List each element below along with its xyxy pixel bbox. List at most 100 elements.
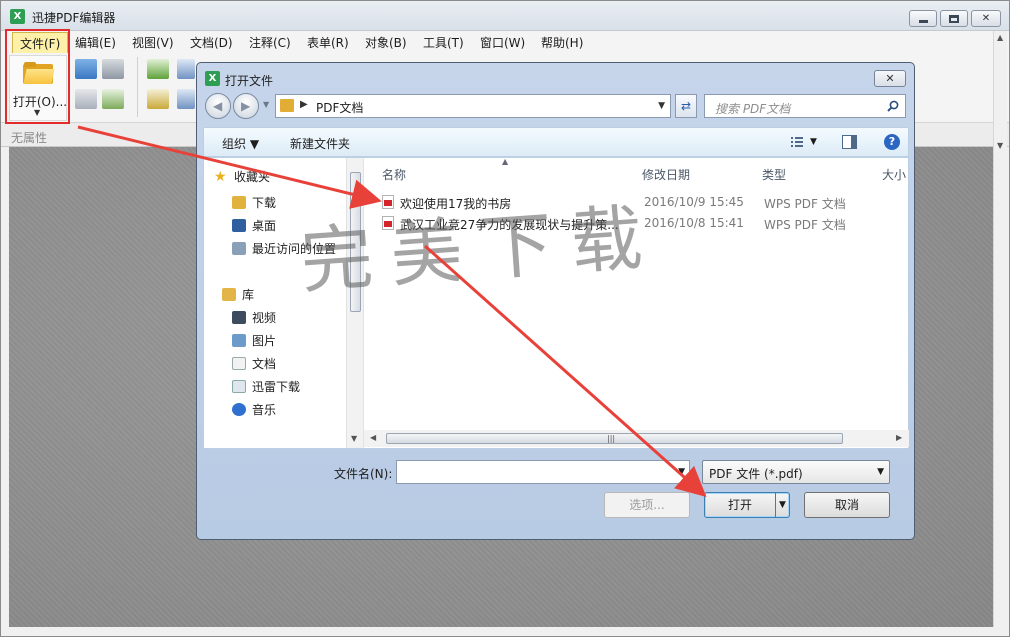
address-bar[interactable]: ▶ PDF文档 ▼ <box>275 94 671 118</box>
menu-help[interactable]: 帮助(H) <box>541 34 583 51</box>
search-placeholder: 搜索 PDF文档 <box>715 102 791 116</box>
app-title: 迅捷PDF编辑器 <box>32 11 116 25</box>
nav-favorites[interactable]: ★ 收藏夹 <box>214 168 270 185</box>
nav-downloads[interactable]: 下载 <box>232 194 276 211</box>
sort-indicator-icon: ▲ <box>502 157 509 166</box>
toolbar-separator <box>137 57 138 117</box>
save-icon[interactable] <box>75 59 97 79</box>
videos-icon <box>232 311 246 324</box>
nav-scroll-down-icon[interactable]: ▼ <box>351 434 357 443</box>
open-highlight-box <box>5 29 70 124</box>
breadcrumb-path[interactable]: PDF文档 <box>316 99 363 116</box>
email-icon[interactable] <box>102 89 124 109</box>
hscroll-thumb[interactable]: ||| <box>386 433 843 444</box>
refresh-icon: ⇄ <box>680 99 692 113</box>
nav-library[interactable]: 库 <box>222 286 254 303</box>
menu-comment[interactable]: 注释(C) <box>249 34 291 51</box>
minimize-icon <box>918 20 928 23</box>
filename-input[interactable]: ▼ <box>396 460 690 484</box>
file-list-hscrollbar[interactable]: ◀ ||| ▶ <box>364 430 909 447</box>
scroll-up-icon[interactable]: ▲ <box>997 33 1003 42</box>
history-dropdown-icon[interactable]: ▼ <box>263 100 269 109</box>
close-button[interactable]: ✕ <box>971 10 1001 27</box>
star-icon: ★ <box>214 168 227 185</box>
nav-documents-label: 文档 <box>252 357 277 371</box>
nav-favorites-label: 收藏夹 <box>234 170 271 184</box>
filename-dropdown-icon[interactable]: ▼ <box>678 467 685 477</box>
export-icon[interactable] <box>147 89 169 109</box>
nav-thunder-label: 迅雷下载 <box>252 380 301 394</box>
documents-icon <box>232 357 246 370</box>
column-type[interactable]: 类型 <box>762 166 786 183</box>
file-date: 2016/10/9 15:45 <box>644 195 744 209</box>
menu-bar: 文件(F) 编辑(E) 视图(V) 文档(D) 注释(C) 表单(R) 对象(B… <box>1 31 1009 55</box>
view-options-icon[interactable] <box>790 135 804 149</box>
scroll-right-icon[interactable]: ▶ <box>896 433 902 442</box>
scroll-down-icon[interactable]: ▼ <box>997 141 1003 150</box>
window-controls: ✕ <box>909 10 1001 27</box>
print-icon[interactable] <box>102 59 124 79</box>
address-dropdown-icon[interactable]: ▼ <box>658 101 665 111</box>
nav-pictures[interactable]: 图片 <box>232 332 276 349</box>
column-name[interactable]: 名称 <box>382 166 406 183</box>
search-input[interactable]: 搜索 PDF文档 <box>704 94 906 118</box>
redo-icon[interactable] <box>177 89 195 109</box>
file-type: WPS PDF 文档 <box>764 197 846 211</box>
help-icon[interactable]: ? <box>884 134 900 150</box>
folder-icon <box>280 99 294 112</box>
menu-document[interactable]: 文档(D) <box>190 34 233 51</box>
filetype-select[interactable]: PDF 文件 (*.pdf) ▼ <box>702 460 890 484</box>
column-size[interactable]: 大小 <box>882 166 906 183</box>
thunder-download-icon <box>232 380 246 393</box>
forward-button[interactable]: ▶ <box>233 93 259 119</box>
music-icon <box>232 403 246 416</box>
nav-desktop[interactable]: 桌面 <box>232 217 276 234</box>
library-icon <box>222 288 236 301</box>
properties-label: 无属性 <box>11 131 48 145</box>
open-file-button[interactable]: 打开 ▼ <box>704 492 790 518</box>
nav-thunder[interactable]: 迅雷下载 <box>232 378 300 395</box>
forward-arrow-icon: ▶ <box>241 99 251 113</box>
new-folder-button[interactable]: 新建文件夹 <box>290 135 350 152</box>
nav-documents[interactable]: 文档 <box>232 355 276 372</box>
minimize-button[interactable] <box>909 10 937 27</box>
nav-videos[interactable]: 视频 <box>232 309 276 326</box>
menu-window[interactable]: 窗口(W) <box>480 34 525 51</box>
open-file-label: 打开 <box>727 498 752 512</box>
search-icon[interactable] <box>887 100 899 112</box>
nav-music-label: 音乐 <box>252 403 277 417</box>
dialog-close-button[interactable]: ✕ <box>874 70 906 87</box>
vertical-scrollbar[interactable]: ▲ ▼ <box>993 31 1007 627</box>
nav-desktop-label: 桌面 <box>252 219 277 233</box>
menu-tools[interactable]: 工具(T) <box>423 34 464 51</box>
fax-icon[interactable] <box>75 89 97 109</box>
filename-label: 文件名(N): <box>334 467 393 481</box>
breadcrumb-separator-icon[interactable]: ▶ <box>300 99 308 110</box>
nav-music[interactable]: 音乐 <box>232 401 276 418</box>
scroll-left-icon[interactable]: ◀ <box>370 433 376 442</box>
import-icon[interactable] <box>147 59 169 79</box>
back-button[interactable]: ◀ <box>205 93 231 119</box>
undo-icon[interactable] <box>177 59 195 79</box>
filetype-value: PDF 文件 (*.pdf) <box>709 467 803 481</box>
dialog-title: 打开文件 <box>225 74 274 88</box>
open-split-dropdown-icon[interactable]: ▼ <box>775 493 789 517</box>
cancel-button[interactable]: 取消 <box>804 492 890 518</box>
preview-pane-icon[interactable] <box>842 135 857 149</box>
organize-button[interactable]: 组织 ▼ <box>222 135 259 152</box>
options-button[interactable]: 选项... <box>604 492 690 518</box>
file-type: WPS PDF 文档 <box>764 218 846 232</box>
menu-edit[interactable]: 编辑(E) <box>75 34 116 51</box>
view-dropdown-icon[interactable]: ▼ <box>810 137 817 147</box>
refresh-button[interactable]: ⇄ <box>675 94 697 118</box>
close-icon: ✕ <box>981 13 991 24</box>
menu-form[interactable]: 表单(R) <box>307 34 349 51</box>
menu-view[interactable]: 视图(V) <box>132 34 174 51</box>
maximize-button[interactable] <box>940 10 968 27</box>
app-icon: X <box>10 9 25 24</box>
menu-object[interactable]: 对象(B) <box>365 34 407 51</box>
nav-pictures-label: 图片 <box>252 334 277 348</box>
nav-library-label: 库 <box>242 288 255 302</box>
pictures-icon <box>232 334 246 347</box>
back-arrow-icon: ◀ <box>213 99 223 113</box>
